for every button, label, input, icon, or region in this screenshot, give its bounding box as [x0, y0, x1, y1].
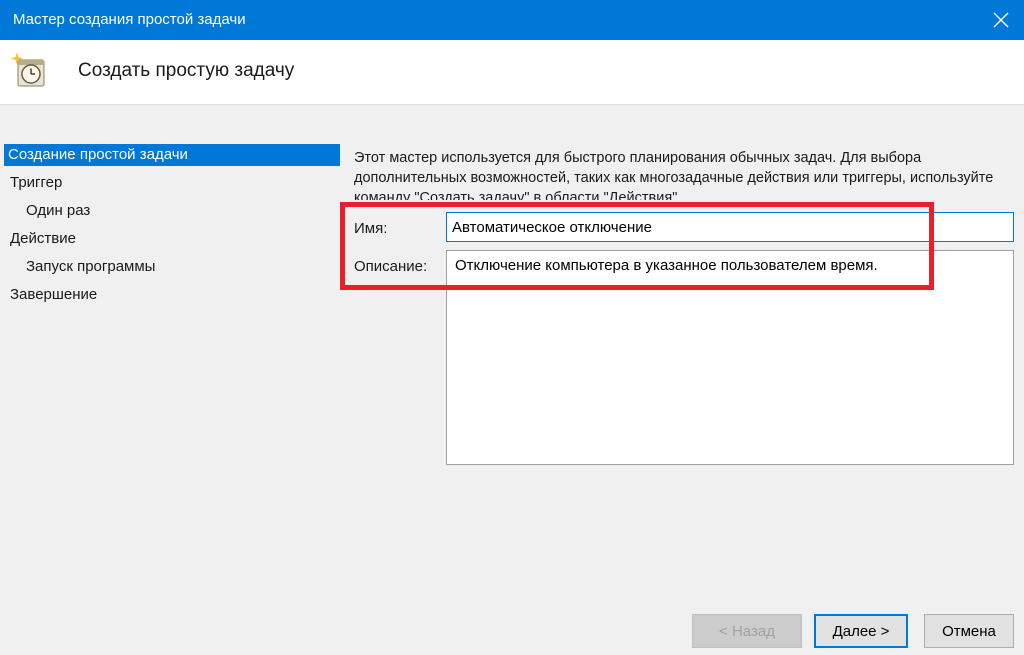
nav-item-start-program[interactable]: Запуск программы: [4, 256, 155, 278]
wizard-steps-nav: Создание простой задачи Триггер Один раз…: [0, 134, 340, 334]
wizard-window: Мастер создания простой задачи Создать п…: [0, 0, 1024, 655]
close-button[interactable]: [978, 0, 1024, 40]
name-input[interactable]: [446, 212, 1014, 242]
wizard-intro-text: Этот мастер используется для быстрого пл…: [354, 150, 994, 200]
nav-item-one-time[interactable]: Один раз: [4, 200, 90, 222]
cancel-button[interactable]: Отмена: [924, 614, 1014, 648]
description-input[interactable]: Отключение компьютера в указанное пользо…: [446, 250, 1014, 465]
task-scheduler-clock-icon: [11, 52, 45, 87]
nav-item-action[interactable]: Действие: [4, 228, 76, 250]
wizard-header: Создать простую задачу: [0, 40, 1024, 104]
page-title: Создать простую задачу: [78, 60, 295, 81]
title-bar[interactable]: Мастер создания простой задачи: [0, 0, 1024, 40]
description-label: Описание:: [354, 258, 428, 275]
nav-item-create-task[interactable]: Создание простой задачи: [4, 144, 340, 166]
window-title: Мастер создания простой задачи: [13, 11, 246, 28]
nav-item-trigger[interactable]: Триггер: [4, 172, 62, 194]
name-label: Имя:: [354, 220, 388, 237]
close-icon: [993, 12, 1009, 28]
back-button[interactable]: < Назад: [692, 614, 802, 648]
nav-item-finish[interactable]: Завершение: [4, 284, 97, 306]
next-button[interactable]: Далее >: [814, 614, 908, 648]
header-divider: [0, 104, 1024, 105]
